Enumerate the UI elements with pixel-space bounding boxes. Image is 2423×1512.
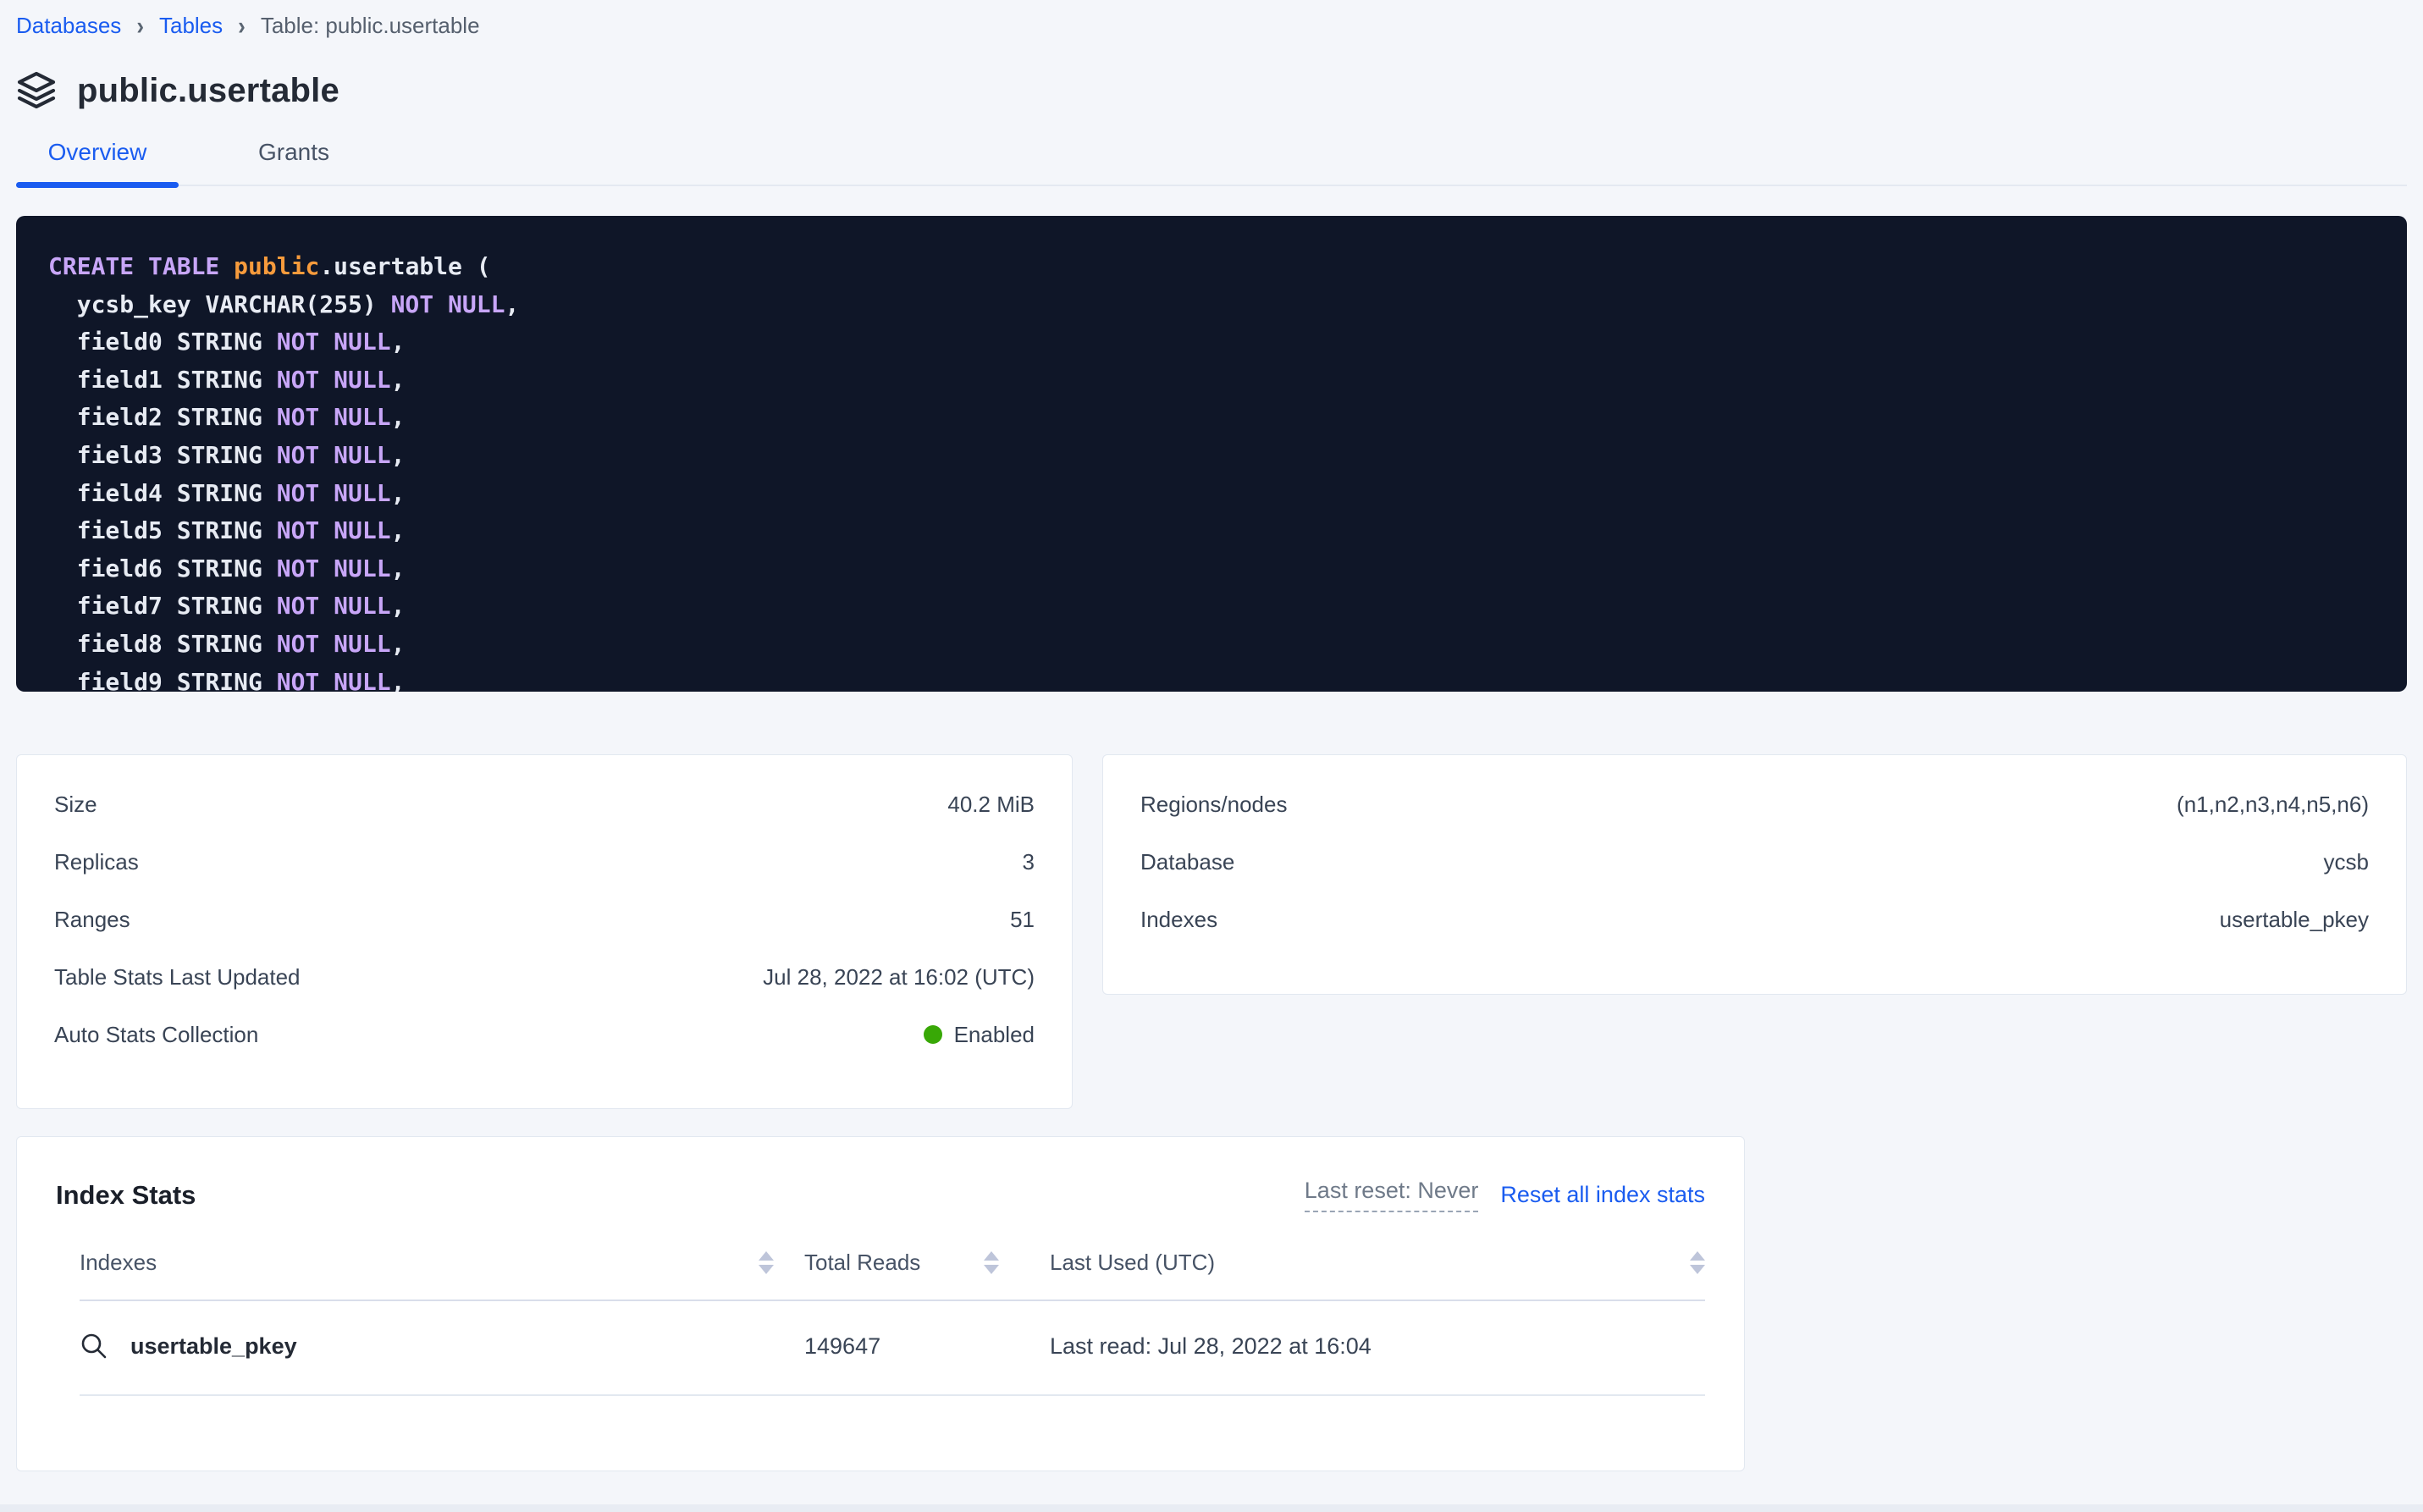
detail-label: Regions/nodes bbox=[1140, 792, 1287, 818]
tab-grants[interactable]: Grants bbox=[212, 139, 375, 185]
detail-value: 51 bbox=[1010, 907, 1035, 933]
detail-label: Database bbox=[1140, 849, 1234, 875]
breadcrumb-link-tables[interactable]: Tables bbox=[159, 13, 223, 39]
sql-line: field9 STRING NOT NULL, bbox=[48, 664, 2373, 692]
detail-row: Table Stats Last Updated Jul 28, 2022 at … bbox=[54, 948, 1035, 1006]
detail-row: Replicas 3 bbox=[54, 833, 1035, 891]
column-header-last-used: Last Used (UTC) bbox=[1050, 1250, 1215, 1276]
detail-value: 40.2 MiB bbox=[947, 792, 1035, 818]
detail-label: Table Stats Last Updated bbox=[54, 964, 301, 991]
detail-row: Indexes usertable_pkey bbox=[1140, 891, 2369, 948]
last-used-value: Last read: Jul 28, 2022 at 16:04 bbox=[1050, 1333, 1705, 1360]
table-row: usertable_pkey 149647 Last read: Jul 28,… bbox=[80, 1301, 1705, 1396]
column-header-total-reads: Total Reads bbox=[804, 1250, 920, 1276]
sql-line: field5 STRING NOT NULL, bbox=[48, 512, 2373, 550]
create-table-sql[interactable]: CREATE TABLE public.usertable ( ycsb_key… bbox=[16, 216, 2407, 692]
sql-line: ycsb_key VARCHAR(255) NOT NULL, bbox=[48, 286, 2373, 324]
sort-icon[interactable] bbox=[1690, 1251, 1705, 1274]
detail-value: ycsb bbox=[2324, 849, 2369, 875]
next-section-edge bbox=[0, 1504, 2423, 1512]
index-stats-table: Indexes Total Reads Last Used (UTC) bbox=[56, 1250, 1705, 1396]
breadcrumb-current: Table: public.usertable bbox=[261, 13, 480, 39]
index-name-link[interactable]: usertable_pkey bbox=[130, 1333, 297, 1360]
table-details-page: Databases › Tables › Table: public.usert… bbox=[0, 0, 2423, 1512]
last-reset-label: Last reset: Never bbox=[1305, 1178, 1479, 1212]
sql-line: field8 STRING NOT NULL, bbox=[48, 626, 2373, 664]
tab-bar: Overview Grants bbox=[16, 137, 2407, 186]
detail-label: Size bbox=[54, 792, 97, 818]
detail-value: Jul 28, 2022 at 16:02 (UTC) bbox=[763, 964, 1035, 991]
summary-cards: Size 40.2 MiB Replicas 3 Ranges 51 Table Stats… bbox=[16, 754, 2407, 1109]
detail-label: Replicas bbox=[54, 849, 139, 875]
detail-value: 3 bbox=[1023, 849, 1035, 875]
detail-row: Auto Stats Collection Enabled bbox=[54, 1006, 1035, 1063]
table-stats-card: Size 40.2 MiB Replicas 3 Ranges 51 Table Stats… bbox=[16, 754, 1073, 1109]
detail-row: Size 40.2 MiB bbox=[54, 775, 1035, 833]
index-stats-card: Index Stats Last reset: Never Reset all … bbox=[16, 1136, 1745, 1471]
sort-icon[interactable] bbox=[984, 1251, 999, 1274]
sql-line: field4 STRING NOT NULL, bbox=[48, 475, 2373, 513]
sql-line: field7 STRING NOT NULL, bbox=[48, 588, 2373, 626]
column-header-indexes: Indexes bbox=[80, 1250, 157, 1276]
sql-line: field3 STRING NOT NULL, bbox=[48, 437, 2373, 475]
detail-label: Indexes bbox=[1140, 907, 1217, 933]
chevron-right-icon: › bbox=[238, 10, 246, 41]
detail-row: Regions/nodes (n1,n2,n3,n4,n5,n6) bbox=[1140, 775, 2369, 833]
page-header: public.usertable bbox=[16, 66, 2407, 115]
breadcrumb: Databases › Tables › Table: public.usert… bbox=[16, 10, 2407, 41]
total-reads-value: 149647 bbox=[804, 1333, 999, 1360]
detail-value: Enabled bbox=[924, 1022, 1035, 1048]
page-title: public.usertable bbox=[77, 72, 339, 110]
detail-row: Database ycsb bbox=[1140, 833, 2369, 891]
index-stats-title: Index Stats bbox=[56, 1180, 196, 1211]
sort-icon[interactable] bbox=[759, 1251, 774, 1274]
tab-overview[interactable]: Overview bbox=[16, 139, 179, 185]
sql-line: CREATE TABLE public.usertable ( bbox=[48, 248, 2373, 286]
detail-value: (n1,n2,n3,n4,n5,n6) bbox=[2177, 792, 2369, 818]
sql-line: field6 STRING NOT NULL, bbox=[48, 550, 2373, 588]
detail-label: Auto Stats Collection bbox=[54, 1022, 258, 1048]
chevron-right-icon: › bbox=[136, 10, 144, 41]
sql-line: field1 STRING NOT NULL, bbox=[48, 361, 2373, 400]
table-info-card: Regions/nodes (n1,n2,n3,n4,n5,n6) Database… bbox=[1102, 754, 2407, 995]
breadcrumb-link-databases[interactable]: Databases bbox=[16, 13, 121, 39]
layers-icon bbox=[16, 70, 57, 111]
status-dot-icon bbox=[924, 1025, 942, 1044]
sql-line: field2 STRING NOT NULL, bbox=[48, 399, 2373, 437]
sql-line: field0 STRING NOT NULL, bbox=[48, 323, 2373, 361]
detail-label: Ranges bbox=[54, 907, 130, 933]
detail-row: Ranges 51 bbox=[54, 891, 1035, 948]
detail-value: usertable_pkey bbox=[2220, 907, 2369, 933]
reset-index-stats-link[interactable]: Reset all index stats bbox=[1500, 1182, 1705, 1208]
table-header-row: Indexes Total Reads Last Used (UTC) bbox=[80, 1250, 1705, 1301]
magnifier-icon bbox=[80, 1332, 108, 1360]
